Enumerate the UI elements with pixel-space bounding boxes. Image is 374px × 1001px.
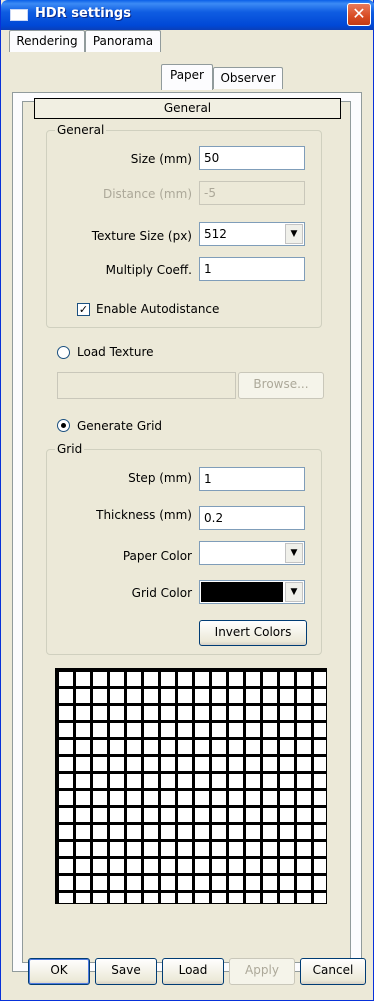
- chevron-down-icon[interactable]: ▼: [285, 224, 303, 244]
- load-button[interactable]: Load: [162, 958, 224, 985]
- grid-color-select[interactable]: ▼: [199, 580, 305, 604]
- texture-path-input[interactable]: [57, 372, 236, 399]
- title-bar[interactable]: HDR settings ✕: [1, 0, 374, 30]
- paper-color-label: Paper Color: [122, 549, 192, 563]
- generate-grid-radio[interactable]: [57, 419, 70, 432]
- grid-preview-image: [56, 669, 326, 903]
- paper-color-select[interactable]: ▼: [199, 541, 305, 565]
- tab-observer[interactable]: Observer: [213, 67, 283, 89]
- autodistance-checkbox[interactable]: ✓: [77, 303, 90, 316]
- texture-size-value: 512: [204, 227, 227, 241]
- multiply-label: Multiply Coeff.: [105, 263, 192, 277]
- grid-groupbox-title: Grid: [55, 442, 85, 456]
- tab-panorama[interactable]: Panorama: [85, 30, 161, 52]
- multiply-input[interactable]: 1: [199, 257, 305, 281]
- grid-color-label: Grid Color: [131, 586, 192, 600]
- check-icon: ✓: [78, 303, 89, 316]
- grid-color-swatch: [201, 582, 283, 602]
- load-texture-label: Load Texture: [77, 345, 154, 359]
- cancel-button[interactable]: Cancel: [300, 958, 366, 985]
- texture-size-select[interactable]: 512 ▼: [199, 222, 305, 246]
- ok-button[interactable]: OK: [28, 958, 90, 985]
- size-label: Size (mm): [130, 152, 192, 166]
- save-button[interactable]: Save: [95, 958, 157, 985]
- distance-input[interactable]: -5: [199, 181, 305, 205]
- chevron-down-icon[interactable]: ▼: [285, 543, 303, 563]
- load-texture-radio[interactable]: [57, 346, 70, 359]
- tab-paper[interactable]: Paper: [161, 64, 213, 90]
- window-icon: [10, 9, 28, 21]
- invert-colors-button[interactable]: Invert Colors: [199, 620, 307, 646]
- close-icon: ✕: [352, 4, 366, 23]
- size-input[interactable]: 50: [199, 146, 305, 170]
- distance-label: Distance (mm): [102, 187, 192, 201]
- chevron-down-icon[interactable]: ▼: [285, 582, 303, 602]
- browse-button[interactable]: Browse...: [238, 372, 324, 399]
- thickness-input[interactable]: 0.2: [199, 506, 305, 530]
- tab-rendering[interactable]: Rendering: [9, 30, 85, 52]
- generate-grid-label: Generate Grid: [77, 419, 163, 433]
- step-label: Step (mm): [128, 471, 192, 485]
- apply-button[interactable]: Apply: [229, 958, 295, 985]
- window-title: HDR settings: [35, 6, 131, 21]
- autodistance-label: Enable Autodistance: [96, 302, 220, 316]
- page-header-general: General: [34, 98, 341, 119]
- general-groupbox-title: General: [55, 123, 107, 137]
- texture-size-label: Texture Size (px): [91, 229, 192, 243]
- grid-preview: [55, 668, 327, 904]
- close-button[interactable]: ✕: [347, 3, 371, 26]
- paper-color-swatch: [201, 543, 283, 563]
- thickness-label: Thickness (mm): [96, 508, 192, 522]
- step-input[interactable]: 1: [199, 467, 305, 491]
